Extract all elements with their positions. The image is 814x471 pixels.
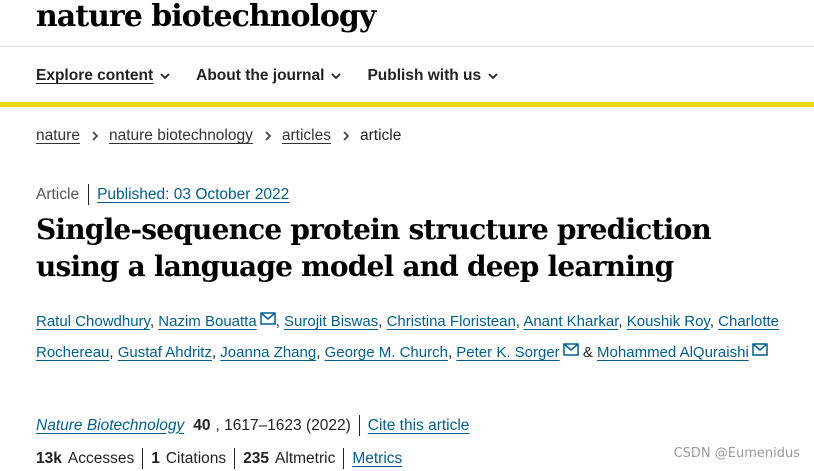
- metrics-divider: [234, 448, 236, 469]
- citations-label: Citations: [165, 449, 227, 467]
- altmetric-label: Altmetric: [275, 449, 336, 467]
- breadcrumb: nature nature biotechnology articles art…: [36, 127, 401, 145]
- chevron-right-icon: [265, 131, 272, 141]
- mail-icon[interactable]: [752, 343, 768, 356]
- chevron-down-icon: [488, 73, 498, 80]
- article-type: Article: [36, 185, 80, 203]
- watermark: CSDN @Eumenidus: [673, 446, 800, 461]
- breadcrumb-nature-biotechnology[interactable]: nature biotechnology: [109, 127, 253, 145]
- article-meta: Article Published: 03 October 2022: [36, 184, 289, 205]
- nav-about-the-journal-label: About the journal: [196, 67, 325, 84]
- author-link[interactable]: Joanna Zhang: [220, 344, 316, 361]
- author-link[interactable]: Ratul Chowdhury: [36, 313, 150, 330]
- metrics-bar: 13k Accesses 1 Citations 235 Altmetric M…: [36, 448, 402, 469]
- chevron-right-icon: [343, 131, 350, 141]
- accesses-count: 13k: [36, 449, 62, 467]
- nav-explore-content[interactable]: Explore content: [36, 64, 170, 88]
- header-divider: [0, 46, 814, 47]
- citation-divider: [358, 415, 360, 436]
- volume: 40: [193, 416, 211, 434]
- author-list: Ratul Chowdhury, Nazim Bouatta, Surojit …: [36, 312, 780, 361]
- journal-logo[interactable]: nature biotechnology: [36, 0, 376, 40]
- and-separator: &: [582, 344, 593, 361]
- journal-link[interactable]: Nature Biotechnology: [36, 417, 184, 435]
- author-link[interactable]: Anant Kharkar: [523, 313, 618, 330]
- nav-about-the-journal[interactable]: About the journal: [196, 64, 342, 88]
- author-link[interactable]: Mohammed AlQuraishi: [597, 344, 749, 361]
- breadcrumb-nature[interactable]: nature: [36, 127, 80, 145]
- citations-count: 1: [151, 449, 160, 467]
- author-link[interactable]: Christina Floristean: [387, 313, 516, 330]
- nav-explore-content-label: Explore content: [36, 67, 154, 84]
- author-link[interactable]: Koushik Roy: [627, 313, 710, 330]
- mail-icon[interactable]: [562, 343, 579, 356]
- altmetric-score: 235: [243, 449, 270, 467]
- published-date-link[interactable]: Published: 03 October 2022: [97, 186, 289, 204]
- metrics-divider: [142, 448, 144, 469]
- author-link[interactable]: Gustaf Ahdritz: [118, 344, 212, 361]
- breadcrumb-articles[interactable]: articles: [282, 127, 331, 145]
- breadcrumb-current: article: [359, 127, 402, 144]
- author-link[interactable]: Surojit Biswas: [284, 313, 378, 330]
- nav-publish-with-us[interactable]: Publish with us: [367, 64, 498, 88]
- accent-bar: [0, 102, 814, 107]
- metrics-divider: [343, 448, 345, 469]
- author-link[interactable]: Nazim Bouatta: [158, 313, 256, 330]
- cite-this-article-link[interactable]: Cite this article: [368, 417, 470, 435]
- author-link[interactable]: George M. Church: [325, 344, 448, 361]
- meta-divider: [88, 184, 90, 205]
- author-link[interactable]: Peter K. Sorger: [456, 344, 559, 361]
- main-nav: Explore content About the journal Publis…: [36, 64, 524, 88]
- accesses-label: Accesses: [67, 449, 135, 467]
- chevron-down-icon: [331, 73, 342, 80]
- chevron-down-icon: [160, 73, 170, 80]
- article-title: Single-sequence protein structure predic…: [36, 213, 712, 283]
- pages-year: , 1617–1623 (2022): [215, 416, 351, 434]
- citation-line: Nature Biotechnology 40 , 1617–1623 (202…: [36, 415, 469, 436]
- mail-icon[interactable]: [259, 312, 276, 325]
- chevron-right-icon: [92, 131, 99, 141]
- nav-publish-with-us-label: Publish with us: [367, 67, 482, 84]
- metrics-link[interactable]: Metrics: [352, 450, 402, 468]
